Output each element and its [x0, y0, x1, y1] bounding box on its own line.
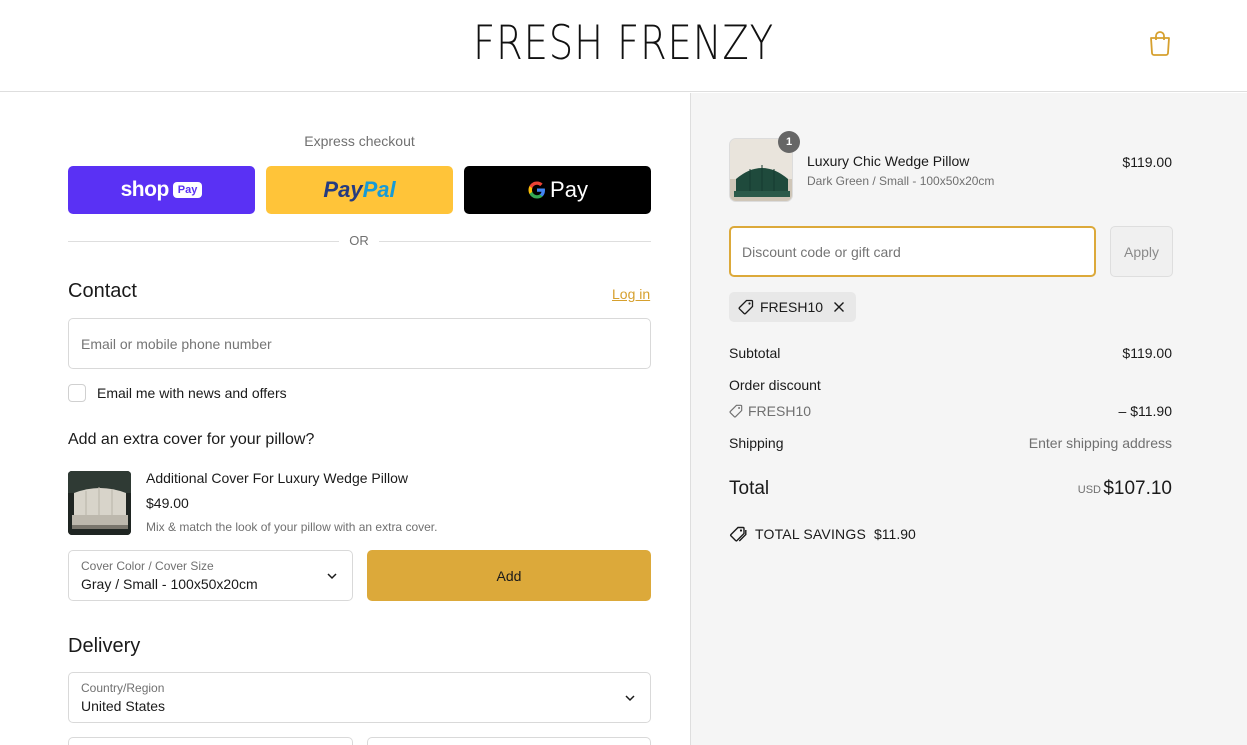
- applied-discount-code: FRESH10: [760, 299, 824, 315]
- product-price: $119.00: [1122, 154, 1172, 170]
- product-variant: Dark Green / Small - 100x50x20cm: [807, 174, 995, 188]
- newsletter-label: Email me with news and offers: [97, 385, 287, 401]
- cover-variant-select[interactable]: Cover Color / Cover Size Gray / Small - …: [68, 550, 353, 601]
- shipping-label: Shipping: [729, 435, 784, 451]
- upsell-product-description: Mix & match the look of your pillow with…: [146, 520, 438, 534]
- total-currency: USD: [1077, 484, 1101, 496]
- order-summary: 1 Luxury Chic Wedge Pillow Dark Green / …: [690, 93, 1247, 745]
- last-name-field[interactable]: [367, 737, 651, 745]
- order-discount-code-row: FRESH10: [729, 403, 811, 419]
- google-pay-button[interactable]: Pay: [464, 166, 651, 214]
- cart-button[interactable]: [1148, 30, 1172, 56]
- or-divider-label: OR: [339, 233, 379, 248]
- google-pay-wordmark: Pay: [527, 177, 588, 203]
- tag-icon: [729, 404, 743, 418]
- newsletter-checkbox[interactable]: [68, 384, 86, 402]
- subtotal-label: Subtotal: [729, 345, 781, 361]
- add-upsell-button[interactable]: Add: [367, 550, 651, 601]
- discount-code-input[interactable]: [729, 226, 1096, 277]
- country-value: United States: [81, 698, 166, 714]
- total-value: $107.10: [1103, 478, 1172, 499]
- header: FRESH FRENZY: [0, 0, 1247, 92]
- shop-pay-wordmark: shop: [120, 178, 170, 201]
- shop-pay-badge: Pay: [172, 182, 203, 198]
- upsell-product-price: $49.00: [146, 495, 189, 511]
- google-g-icon: [528, 181, 546, 199]
- cover-variant-value: Gray / Small - 100x50x20cm: [81, 576, 258, 592]
- express-checkout-title: Express checkout: [304, 133, 415, 149]
- upsell-heading: Add an extra cover for your pillow?: [68, 431, 315, 448]
- paypal-wordmark: PayPal: [323, 177, 396, 202]
- total-savings-value: $11.90: [874, 526, 916, 542]
- email-field[interactable]: [68, 318, 651, 369]
- contact-heading: Contact: [68, 280, 137, 302]
- tags-icon: [730, 526, 747, 542]
- subtotal-value: $119.00: [1122, 345, 1172, 361]
- checkout-main: Express checkout shop Pay PayPal Pay OR …: [0, 93, 690, 745]
- paypal-button[interactable]: PayPal: [266, 166, 453, 214]
- quantity-badge: 1: [778, 131, 800, 153]
- tag-icon: [738, 299, 754, 315]
- country-label: Country/Region: [81, 681, 165, 695]
- upsell-product-image: [68, 471, 131, 535]
- shipping-value: Enter shipping address: [1028, 435, 1172, 451]
- country-select[interactable]: Country/Region United States: [68, 672, 651, 723]
- chevron-down-icon: [327, 573, 337, 580]
- applied-discount-chip: FRESH10: [729, 292, 856, 322]
- product-name: Luxury Chic Wedge Pillow: [807, 153, 970, 169]
- order-discount-value: – $11.90: [1118, 403, 1172, 419]
- login-link[interactable]: Log in: [612, 286, 650, 302]
- first-name-field[interactable]: [68, 737, 353, 745]
- shopping-bag-icon: [1150, 31, 1170, 56]
- total-savings: TOTAL SAVINGS $11.90: [729, 526, 916, 542]
- total-savings-label: TOTAL SAVINGS: [755, 526, 866, 542]
- apply-discount-button[interactable]: Apply: [1110, 226, 1173, 277]
- store-logo[interactable]: FRESH FRENZY: [112, 16, 1135, 71]
- order-discount-label: Order discount: [729, 377, 821, 393]
- total-label: Total: [729, 478, 770, 499]
- upsell-product-name: Additional Cover For Luxury Wedge Pillow: [146, 470, 408, 486]
- delivery-heading: Delivery: [68, 635, 141, 657]
- cover-variant-label: Cover Color / Cover Size: [81, 559, 214, 573]
- order-discount-code: FRESH10: [748, 403, 812, 419]
- shop-pay-button[interactable]: shop Pay: [68, 166, 255, 214]
- remove-discount-icon[interactable]: [831, 299, 847, 315]
- chevron-down-icon: [625, 695, 635, 702]
